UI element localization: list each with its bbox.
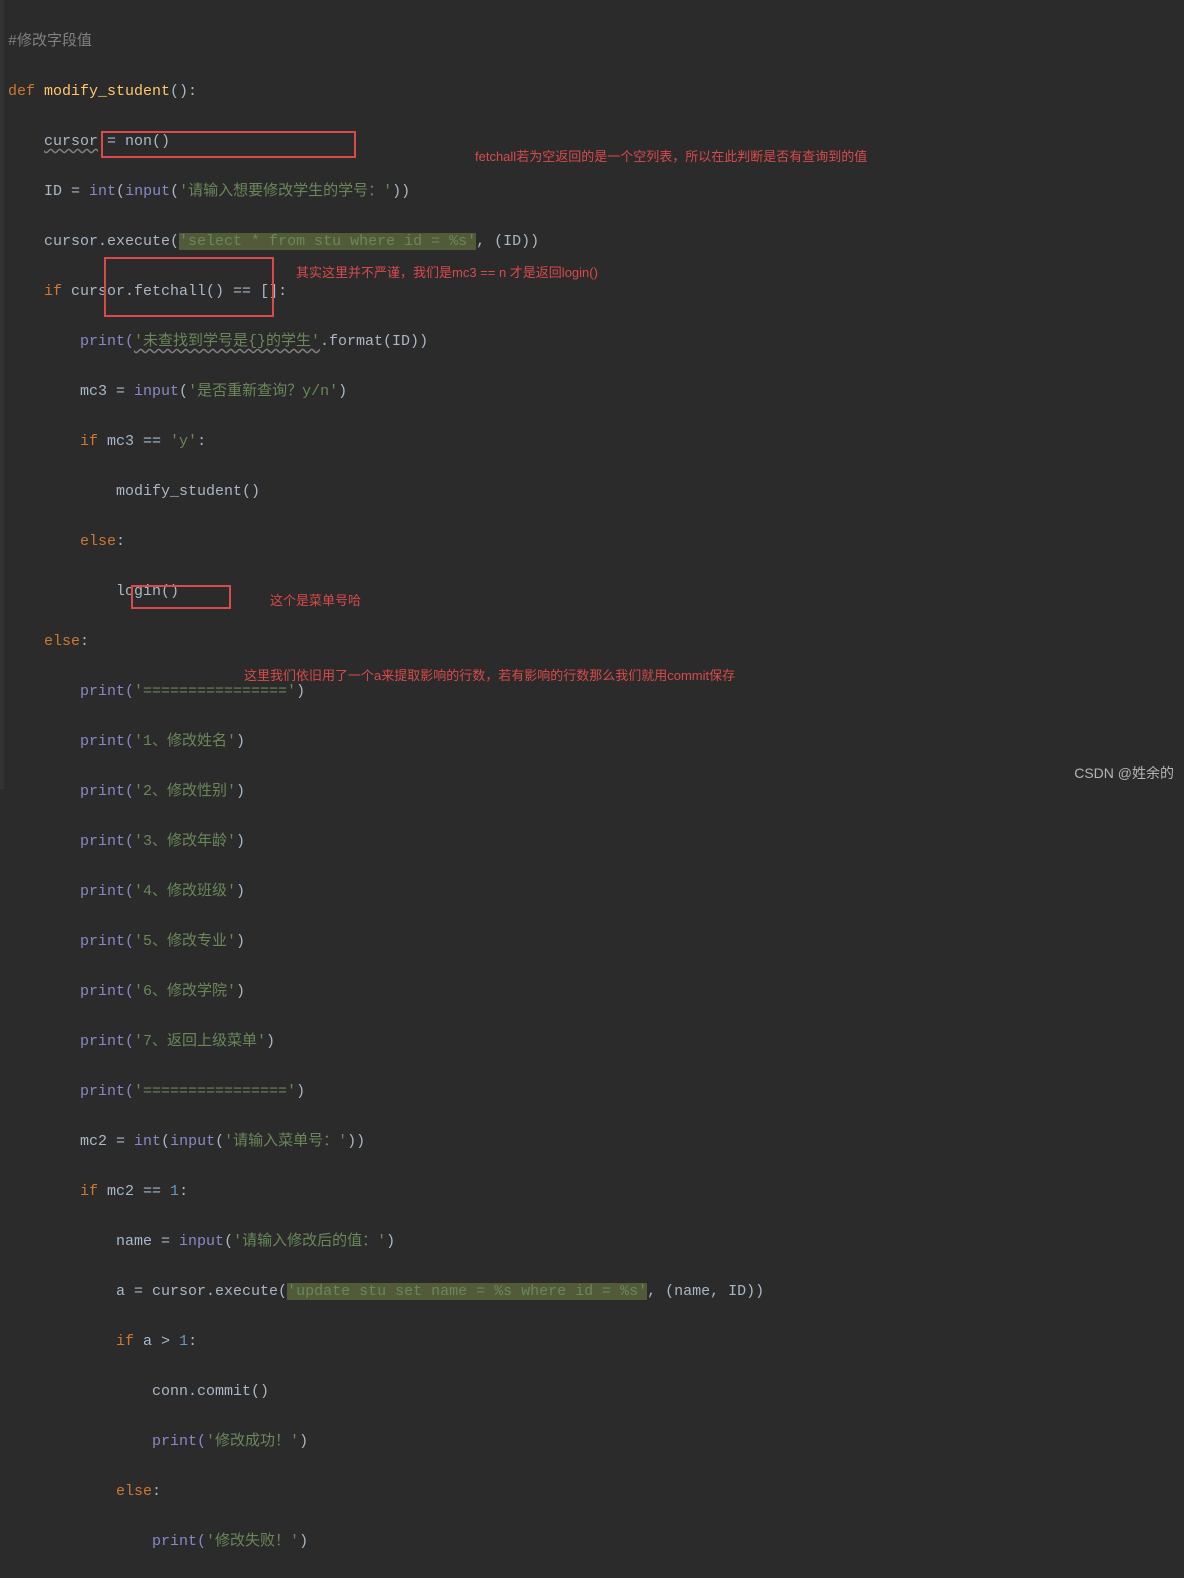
code-line[interactable]: print('7、返回上级菜单') xyxy=(8,1029,1184,1054)
watermark: CSDN @姓余的 xyxy=(1074,763,1174,783)
code-line[interactable]: print('未查找到学号是{}的学生'.format(ID)) xyxy=(8,329,1184,354)
code-line[interactable]: print('3、修改年龄') xyxy=(8,829,1184,854)
code-line[interactable]: print('2、修改性别') xyxy=(8,779,1184,804)
code-line[interactable]: def modify_student(): xyxy=(8,79,1184,104)
code-line[interactable]: name = input('请输入修改后的值：') xyxy=(8,1229,1184,1254)
code-line[interactable]: else: xyxy=(8,1479,1184,1504)
code-line[interactable]: cursor.execute('select * from stu where … xyxy=(8,229,1184,254)
code-line[interactable]: if mc2 == 1: xyxy=(8,1179,1184,1204)
code-line[interactable]: print('5、修改专业') xyxy=(8,929,1184,954)
highlight-box xyxy=(104,257,274,317)
code-line[interactable]: else: xyxy=(8,629,1184,654)
code-line[interactable]: a = cursor.execute('update stu set name … xyxy=(8,1279,1184,1304)
code-line[interactable]: #修改字段值 xyxy=(8,29,1184,54)
code-line[interactable]: conn.commit() xyxy=(8,1379,1184,1404)
code-line[interactable]: print('修改成功！') xyxy=(8,1429,1184,1454)
code-line[interactable]: print('6、修改学院') xyxy=(8,979,1184,1004)
code-line[interactable]: print('修改失败！') xyxy=(8,1529,1184,1554)
annotation-text: fetchall若为空返回的是一个空列表，所以在此判断是否有查询到的值 xyxy=(475,146,867,165)
code-line[interactable]: print('4、修改班级') xyxy=(8,879,1184,904)
code-editor[interactable]: #修改字段值 def modify_student(): cursor = no… xyxy=(0,0,1184,1578)
annotation-text: 其实这里并不严谨，我们是mc3 == n 才是返回login() xyxy=(296,262,598,281)
code-line[interactable]: modify_student() xyxy=(8,479,1184,504)
code-line[interactable]: if a > 1: xyxy=(8,1329,1184,1354)
highlight-box xyxy=(101,131,356,158)
code-line[interactable]: print('================') xyxy=(8,1079,1184,1104)
annotation-text: 这个是菜单号哈 xyxy=(270,590,361,609)
code-line[interactable]: mc3 = input('是否重新查询？y/n') xyxy=(8,379,1184,404)
code-line[interactable]: else: xyxy=(8,529,1184,554)
code-line[interactable]: print('1、修改姓名') xyxy=(8,729,1184,754)
code-line[interactable]: mc2 = int(input('请输入菜单号：')) xyxy=(8,1129,1184,1154)
code-line[interactable]: if mc3 == 'y': xyxy=(8,429,1184,454)
highlight-box xyxy=(131,585,231,609)
annotation-text: 这里我们依旧用了一个a来提取影响的行数，若有影响的行数那么我们就用commit保… xyxy=(244,665,735,684)
code-line[interactable]: ID = int(input('请输入想要修改学生的学号：')) xyxy=(8,179,1184,204)
comment: #修改字段值 xyxy=(8,33,92,50)
